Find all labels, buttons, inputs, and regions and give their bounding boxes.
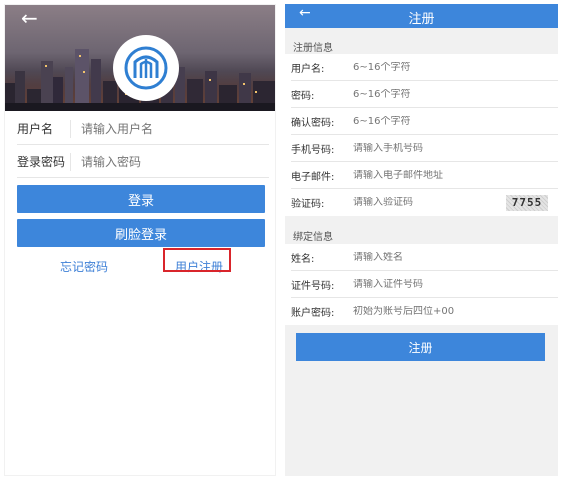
username-label: 用户名 bbox=[17, 119, 71, 138]
username-input[interactable] bbox=[353, 61, 558, 73]
form-row-password: 密码: bbox=[291, 81, 558, 108]
app-logo bbox=[113, 35, 179, 101]
face-login-button[interactable]: 刷脸登录 bbox=[17, 219, 265, 247]
register-screen: ← 注册 注册信息 用户名: 密码: 确认密码: 手机号码: 电子邮件: bbox=[285, 4, 558, 476]
form-row-email: 电子邮件: bbox=[291, 162, 558, 189]
password-input[interactable] bbox=[81, 154, 269, 169]
phone-input[interactable] bbox=[353, 142, 558, 154]
field-label: 证件号码: bbox=[291, 280, 335, 292]
field-label: 姓名: bbox=[291, 253, 315, 265]
login-screen: ← 用户名 登录密码 登录 刷脸登录 忘记密码 用户注册 bbox=[4, 4, 276, 476]
login-button[interactable]: 登录 bbox=[17, 185, 265, 213]
username-input[interactable] bbox=[81, 121, 269, 136]
password-label: 登录密码 bbox=[17, 152, 71, 171]
section-title-bind-info: 绑定信息 bbox=[293, 232, 333, 243]
form-row-id-number: 证件号码: bbox=[291, 271, 558, 298]
back-arrow-icon[interactable]: ← bbox=[21, 7, 38, 29]
screenshot-stage: ← 用户名 登录密码 登录 刷脸登录 忘记密码 用户注册 ← 注册 bbox=[0, 0, 564, 484]
form-row-account-password: 账户密码: bbox=[291, 298, 558, 325]
name-input[interactable] bbox=[353, 251, 558, 263]
register-submit-button[interactable]: 注册 bbox=[296, 333, 545, 361]
form-row-username: 用户名: bbox=[291, 54, 558, 81]
register-info-form: 用户名: 密码: 确认密码: 手机号码: 电子邮件: 验证码: bbox=[285, 54, 558, 216]
form-row-name: 姓名: bbox=[291, 244, 558, 271]
register-nav-bar: ← 注册 bbox=[285, 4, 558, 28]
field-label: 手机号码: bbox=[291, 144, 335, 156]
id-number-input[interactable] bbox=[353, 278, 558, 290]
form-row-captcha: 验证码: 7755 bbox=[291, 189, 558, 216]
arch-logo-icon bbox=[124, 46, 168, 90]
form-row-confirm-password: 确认密码: bbox=[291, 108, 558, 135]
field-label: 电子邮件: bbox=[291, 171, 335, 183]
password-row: 登录密码 bbox=[17, 146, 269, 178]
password-input[interactable] bbox=[353, 88, 558, 100]
confirm-password-input[interactable] bbox=[353, 115, 558, 127]
field-label: 账户密码: bbox=[291, 308, 335, 319]
page-title: 注册 bbox=[408, 12, 435, 27]
email-input[interactable] bbox=[353, 169, 558, 181]
forgot-password-link[interactable]: 忘记密码 bbox=[60, 258, 108, 275]
register-link-highlight-box bbox=[163, 248, 231, 272]
field-label: 用户名: bbox=[291, 63, 325, 75]
form-row-phone: 手机号码: bbox=[291, 135, 558, 162]
captcha-image[interactable]: 7755 bbox=[506, 195, 548, 211]
account-password-input[interactable] bbox=[353, 306, 558, 317]
username-row: 用户名 bbox=[17, 113, 269, 145]
section-title-register-info: 注册信息 bbox=[293, 43, 333, 54]
field-label: 确认密码: bbox=[291, 117, 335, 129]
field-label: 密码: bbox=[291, 90, 315, 102]
bind-info-form: 姓名: 证件号码: 账户密码: bbox=[285, 244, 558, 325]
field-label: 验证码: bbox=[291, 199, 325, 210]
